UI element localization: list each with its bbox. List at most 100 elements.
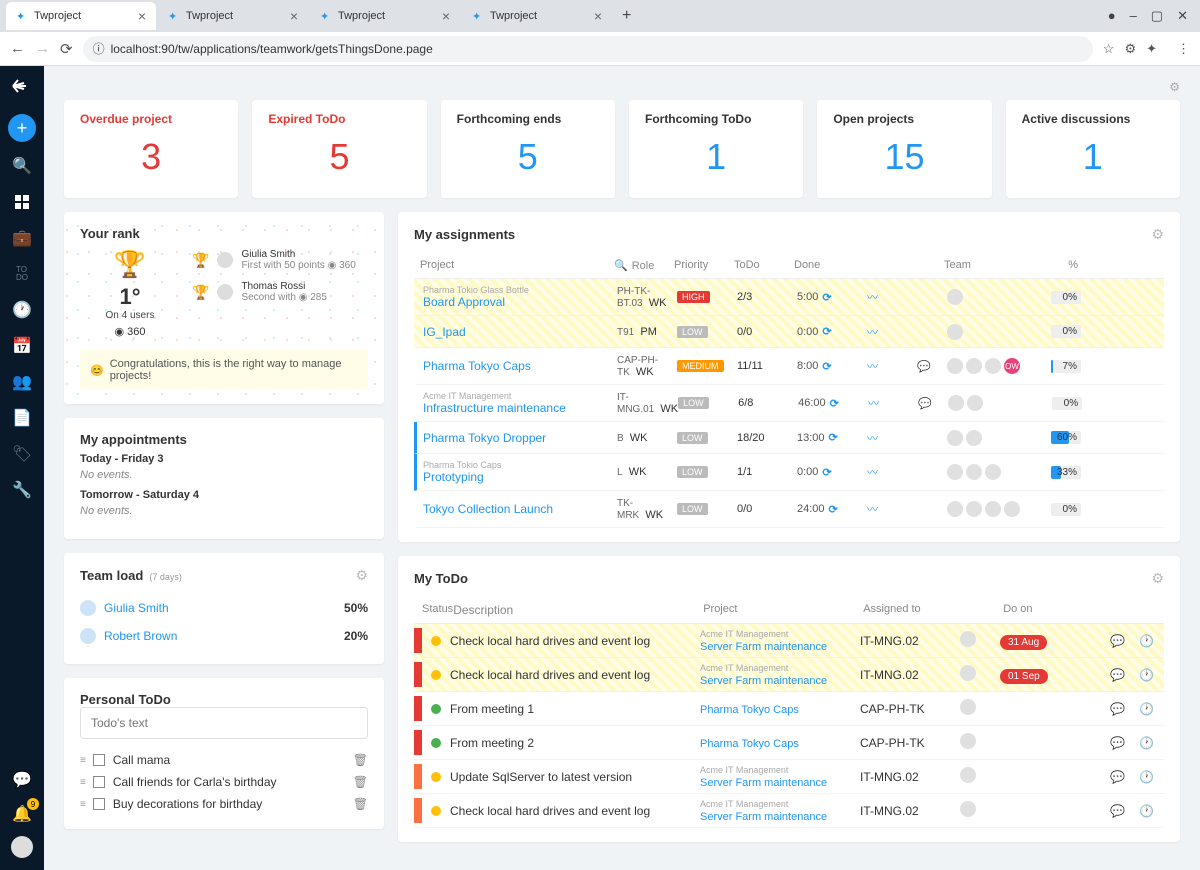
timer-icon[interactable]: ⟳ (822, 360, 831, 373)
clock-icon[interactable]: 🕐 (1139, 804, 1154, 818)
person-link[interactable]: Robert Brown (104, 629, 177, 643)
comment-icon[interactable]: 💬 (1110, 736, 1125, 750)
timer-icon[interactable]: ⟳ (822, 466, 831, 479)
avatar[interactable] (960, 699, 976, 715)
page-gear-icon[interactable]: ⚙ (1169, 80, 1180, 94)
comment-icon[interactable]: 💬 (1110, 634, 1125, 648)
timer-icon[interactable]: ⟳ (822, 325, 831, 338)
delete-icon[interactable]: 🗑 (353, 797, 368, 811)
worklog-icon[interactable]: 〰 (868, 398, 879, 410)
avatar[interactable] (948, 395, 964, 411)
chat-icon[interactable]: 💬 (917, 361, 931, 373)
status-dot[interactable] (431, 738, 441, 748)
todo-description[interactable]: From meeting 1 (450, 702, 700, 716)
avatar[interactable] (985, 501, 1001, 517)
avatar[interactable] (947, 501, 963, 517)
tab-close-icon[interactable]: × (138, 8, 146, 24)
timer-icon[interactable]: ⟳ (822, 291, 831, 304)
tab-close-icon[interactable]: × (290, 8, 298, 24)
wrench-icon[interactable]: 🔧 (0, 478, 44, 502)
project-link[interactable]: Board Approval (423, 295, 505, 309)
project-link[interactable]: Server Farm maintenance (700, 777, 827, 789)
document-icon[interactable]: 📄 (0, 406, 44, 430)
project-link[interactable]: Server Farm maintenance (700, 641, 827, 653)
gear-icon[interactable]: ⚙ (1151, 570, 1164, 587)
avatar[interactable] (960, 733, 976, 749)
project-link[interactable]: Pharma Tokyo Caps (700, 704, 799, 716)
person-link[interactable]: Giulia Smith (104, 601, 169, 615)
clock-icon[interactable]: 🕐 (1139, 702, 1154, 716)
delete-icon[interactable]: 🗑 (353, 753, 368, 767)
clock-icon[interactable]: 🕐 (0, 298, 44, 322)
people-icon[interactable]: 👥 (0, 370, 44, 394)
clock-icon[interactable]: 🕐 (1139, 736, 1154, 750)
worklog-icon[interactable]: 〰 (867, 504, 878, 516)
avatar[interactable] (960, 631, 976, 647)
comment-icon[interactable]: 💬 (1110, 770, 1125, 784)
avatar[interactable] (966, 430, 982, 446)
puzzle-icon[interactable]: ✦ (1146, 41, 1157, 57)
status-dot[interactable] (431, 806, 441, 816)
avatar[interactable] (966, 501, 982, 517)
project-link[interactable]: Infrastructure maintenance (423, 401, 566, 415)
gear-icon[interactable]: ⚙ (355, 567, 368, 584)
bell-icon[interactable]: 🔔9 (11, 802, 33, 826)
project-link[interactable]: Tokyo Collection Launch (423, 502, 553, 516)
window-maximize[interactable]: ▢ (1151, 8, 1163, 24)
user-avatar[interactable] (11, 836, 33, 858)
clock-icon[interactable]: 🕐 (1139, 770, 1154, 784)
avatar[interactable] (960, 665, 976, 681)
avatar[interactable] (985, 358, 1001, 374)
stat-card[interactable]: Forthcoming ToDo1 (629, 100, 803, 198)
browser-tab[interactable]: ✦Twproject× (462, 2, 612, 30)
avatar[interactable] (947, 324, 963, 340)
todo-description[interactable]: Check local hard drives and event log (450, 668, 700, 682)
drag-handle-icon[interactable]: ≡ (80, 799, 85, 810)
project-link[interactable]: Pharma Tokyo Caps (700, 738, 799, 750)
avatar[interactable] (966, 358, 982, 374)
todo-description[interactable]: Check local hard drives and event log (450, 634, 700, 648)
search-icon[interactable]: 🔍 (0, 154, 44, 178)
avatar[interactable] (960, 767, 976, 783)
browser-tab[interactable]: ✦Twproject× (158, 2, 308, 30)
new-tab-button[interactable]: + (614, 3, 639, 29)
status-dot[interactable] (431, 704, 441, 714)
avatar[interactable] (1004, 501, 1020, 517)
stat-card[interactable]: Overdue project3 (64, 100, 238, 198)
stat-card[interactable]: Active discussions1 (1006, 100, 1180, 198)
worklog-icon[interactable]: 〰 (867, 467, 878, 479)
browser-tab[interactable]: ✦Twproject× (310, 2, 460, 30)
todo-description[interactable]: Check local hard drives and event log (450, 804, 700, 818)
timer-icon[interactable]: ⟳ (830, 397, 839, 410)
avatar[interactable] (947, 289, 963, 305)
tag-icon[interactable]: 🏷 (0, 442, 44, 466)
personal-todo-input[interactable] (80, 707, 368, 739)
drag-handle-icon[interactable]: ≡ (80, 755, 85, 766)
reload-icon[interactable]: ⟳ (60, 40, 73, 58)
checkbox[interactable] (93, 798, 105, 810)
avatar[interactable]: OW (1004, 358, 1020, 374)
worklog-icon[interactable]: 〰 (867, 327, 878, 339)
stat-card[interactable]: Expired ToDo5 (252, 100, 426, 198)
project-link[interactable]: Pharma Tokyo Caps (423, 359, 531, 373)
drag-handle-icon[interactable]: ≡ (80, 777, 85, 788)
avatar[interactable] (966, 464, 982, 480)
avatar[interactable] (947, 358, 963, 374)
forward-icon[interactable]: → (35, 40, 50, 57)
browser-tab[interactable]: ✦Twproject× (6, 2, 156, 30)
todo-description[interactable]: Update SqlServer to latest version (450, 770, 700, 784)
avatar[interactable] (947, 430, 963, 446)
star-icon[interactable]: ☆ (1103, 41, 1115, 57)
tab-close-icon[interactable]: × (594, 8, 602, 24)
worklog-icon[interactable]: 〰 (867, 292, 878, 304)
project-link[interactable]: Server Farm maintenance (700, 675, 827, 687)
stat-card[interactable]: Forthcoming ends5 (441, 100, 615, 198)
extension-icon[interactable]: ⚙ (1124, 41, 1136, 57)
worklog-icon[interactable]: 〰 (867, 433, 878, 445)
avatar[interactable] (960, 801, 976, 817)
logo-icon[interactable] (10, 74, 34, 98)
timer-icon[interactable]: ⟳ (829, 503, 838, 516)
project-link[interactable]: Pharma Tokyo Dropper (423, 431, 546, 445)
status-dot[interactable] (431, 670, 441, 680)
tab-close-icon[interactable]: × (442, 8, 450, 24)
